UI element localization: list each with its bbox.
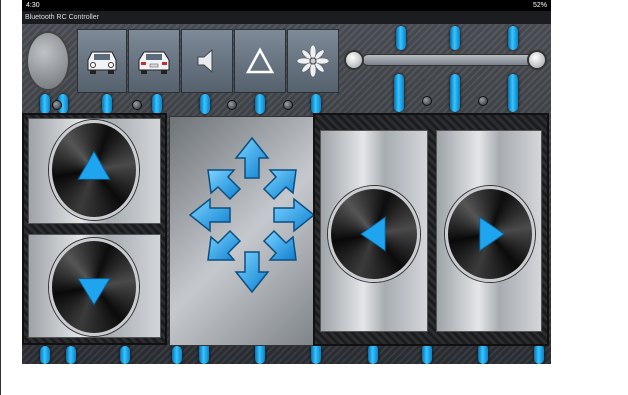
turn-left-button[interactable]	[328, 186, 420, 282]
pipe-decor	[172, 346, 182, 364]
bolt-decor	[422, 96, 432, 106]
arrow-left-icon	[360, 216, 386, 252]
pipe-decor	[120, 346, 130, 364]
pipe-decor	[102, 94, 112, 114]
arrow-up-left-button[interactable]	[207, 169, 242, 201]
pipe-decor	[66, 346, 76, 364]
pipe-decor	[255, 94, 265, 114]
status-bar: 4:30 52%	[22, 0, 551, 11]
arrow-up-right-button[interactable]	[262, 169, 297, 201]
front-lights-button[interactable]	[77, 29, 127, 93]
speaker-icon	[197, 48, 213, 74]
horn-button[interactable]	[181, 29, 233, 93]
arrow-down-button[interactable]	[234, 251, 270, 294]
bolt-decor	[227, 100, 237, 110]
pipe-decor	[478, 344, 488, 364]
backward-button[interactable]	[49, 238, 139, 336]
pipe-decor	[200, 94, 210, 114]
back-lights-button[interactable]	[128, 29, 180, 93]
car-back-icon	[138, 51, 170, 74]
pipe-decor	[396, 26, 406, 50]
status-right: 52%	[533, 0, 547, 11]
warning-triangle-icon	[245, 47, 275, 74]
status-battery: 52%	[532, 2, 547, 9]
bolt-decor	[478, 96, 488, 106]
bolt-decor	[283, 100, 293, 110]
bolt-decor	[132, 100, 142, 110]
extra-button[interactable]	[234, 29, 286, 93]
pipe-decor	[394, 74, 404, 112]
app-title: Bluetooth RC Controller	[22, 11, 551, 24]
arrow-left-button[interactable]	[188, 197, 231, 233]
forward-button[interactable]	[49, 120, 139, 220]
device-screen: 4:30 52% Bluetooth RC Controller	[22, 0, 551, 364]
pipe-decor	[152, 94, 162, 114]
arrow-up-icon	[77, 150, 111, 180]
turn-right-button[interactable]	[445, 186, 535, 282]
arrow-down-icon	[77, 278, 111, 306]
arrow-down-left-button[interactable]	[207, 229, 242, 261]
arrow-down-right-button[interactable]	[262, 229, 297, 261]
arrow-up-button[interactable]	[234, 136, 270, 179]
status-time: 4:30	[26, 2, 40, 9]
pipe-decor	[450, 74, 460, 112]
speed-slider[interactable]	[362, 54, 542, 66]
direction-arrows	[188, 136, 316, 294]
arrow-right-icon	[479, 216, 505, 252]
steering-knob[interactable]	[26, 31, 70, 91]
fan-icon	[296, 44, 330, 78]
settings-button[interactable]	[287, 29, 339, 93]
pipe-decor	[40, 94, 50, 114]
pipe-decor	[450, 26, 460, 50]
bolt-decor	[52, 100, 62, 110]
pipe-decor	[508, 26, 518, 50]
slider-min-handle[interactable]	[344, 50, 364, 70]
pipe-decor	[422, 344, 432, 364]
pipe-decor	[40, 346, 50, 364]
arrow-right-button[interactable]	[273, 197, 316, 233]
slider-max-handle[interactable]	[527, 50, 547, 70]
car-front-icon	[87, 51, 117, 74]
pipe-decor	[534, 344, 544, 364]
frame-line	[0, 0, 1, 395]
pipe-decor	[368, 344, 378, 364]
pipe-decor	[508, 74, 518, 112]
pipe-decor	[311, 94, 321, 114]
